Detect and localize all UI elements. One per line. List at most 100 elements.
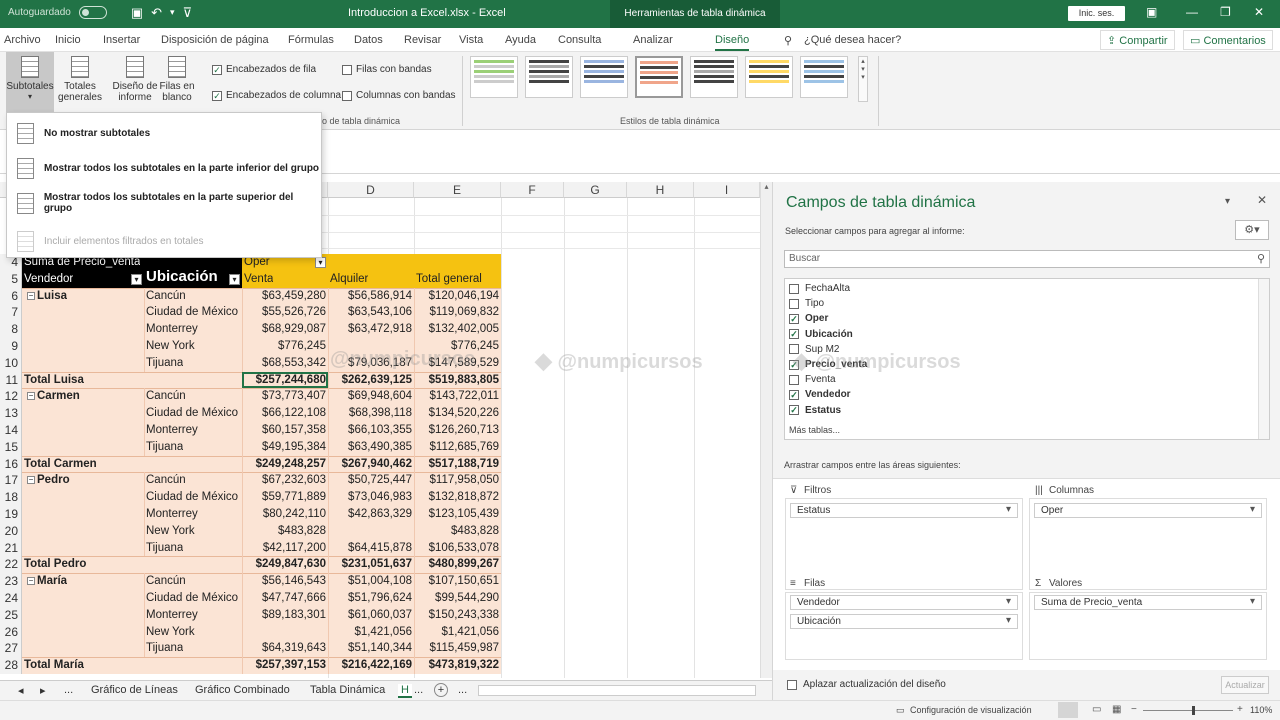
filter-dropdown-icon[interactable]: ▾ xyxy=(315,257,326,268)
close-pane-icon[interactable]: ✕ xyxy=(1257,193,1267,207)
field-list-scrollbar[interactable] xyxy=(1258,279,1269,439)
field-item[interactable]: Tipo xyxy=(789,298,824,309)
row-header[interactable]: 18 xyxy=(0,489,22,506)
row-header[interactable]: 7 xyxy=(0,304,22,322)
collapse-icon[interactable]: − xyxy=(27,291,35,300)
update-button[interactable]: Actualizar xyxy=(1221,676,1269,694)
row-header[interactable]: 5 xyxy=(0,270,22,288)
sheet-tab-combinado[interactable]: Gráfico Combinado xyxy=(195,684,290,696)
sheet-next-icon[interactable]: ▸ xyxy=(40,684,46,697)
pivot-style-thumb[interactable] xyxy=(745,56,793,98)
filas-en-blanco-button[interactable]: Filas en blanco xyxy=(158,52,196,112)
normal-view-icon[interactable] xyxy=(1058,702,1078,718)
tab-datos[interactable]: Datos xyxy=(354,34,383,46)
more-tables-link[interactable]: Más tablas... xyxy=(789,425,840,435)
filter-dropdown-icon[interactable]: ▾ xyxy=(229,273,240,285)
column-header-f[interactable]: F xyxy=(501,182,564,198)
pivot-style-thumb[interactable] xyxy=(800,56,848,98)
column-header-i[interactable]: I xyxy=(694,182,760,198)
pane-options-icon[interactable]: ▾ xyxy=(1225,196,1230,207)
pivot-style-thumb[interactable] xyxy=(580,56,628,98)
tab-archivo[interactable]: Archivo xyxy=(4,34,41,46)
values-area[interactable]: Suma de Precio_venta xyxy=(1029,592,1267,660)
share-button[interactable]: ⇪ Compartir xyxy=(1100,30,1175,50)
menu-item-no-subtotals[interactable]: No mostrar subtotales xyxy=(17,121,150,145)
field-item[interactable]: ✓ Estatus xyxy=(789,405,841,416)
row-headers-checkbox[interactable]: ✓ Encabezados de fila xyxy=(212,64,316,75)
row-pill-ubicacion[interactable]: Ubicación xyxy=(790,614,1018,629)
row-header[interactable]: 19 xyxy=(0,506,22,523)
vertical-scrollbar[interactable]: ▴ xyxy=(760,182,772,678)
subtotales-button[interactable]: Subtotales ▾ xyxy=(6,52,54,112)
save-icon[interactable]: ▣ xyxy=(131,6,143,19)
field-item[interactable]: ✓ Oper xyxy=(789,313,828,324)
column-header-h[interactable]: H xyxy=(627,182,694,198)
zoom-slider[interactable] xyxy=(1143,710,1233,711)
tell-me-input[interactable]: ¿Qué desea hacer? xyxy=(804,34,901,46)
undo-dropdown-icon[interactable]: ▾ xyxy=(170,6,175,19)
autosave-toggle[interactable] xyxy=(78,6,107,19)
row-header[interactable]: 12 xyxy=(0,388,22,406)
totales-generales-button[interactable]: Totales generales xyxy=(56,52,104,112)
filters-area[interactable]: Estatus xyxy=(785,498,1023,590)
filter-pill-estatus[interactable]: Estatus xyxy=(790,503,1018,518)
undo-icon[interactable]: ↶ xyxy=(151,6,162,19)
tab-disposicion[interactable]: Disposición de página xyxy=(161,34,269,46)
tab-revisar[interactable]: Revisar xyxy=(404,34,441,46)
ribbon-display-icon[interactable]: ▣ xyxy=(1146,5,1157,19)
horizontal-scrollbar[interactable] xyxy=(478,685,756,696)
scroll-up-icon[interactable]: ▴ xyxy=(761,182,772,191)
row-header[interactable]: 26 xyxy=(0,623,22,641)
gear-icon[interactable]: ⚙▾ xyxy=(1235,220,1269,240)
field-search-input[interactable]: Buscar xyxy=(784,250,1270,268)
add-sheet-icon[interactable]: + xyxy=(434,683,448,697)
pivot-style-thumb[interactable] xyxy=(525,56,573,98)
sheet-prev-icon[interactable]: ◂ xyxy=(18,684,24,697)
sheet-tab-lineas[interactable]: Gráfico de Líneas xyxy=(91,684,178,696)
row-header[interactable]: 22 xyxy=(0,556,22,574)
filter-dropdown-icon[interactable]: ▾ xyxy=(131,273,142,285)
col-headers-checkbox[interactable]: ✓ Encabezados de columna xyxy=(212,90,341,101)
banded-cols-checkbox[interactable]: Columnas con bandas xyxy=(342,90,456,101)
row-header[interactable]: 24 xyxy=(0,590,22,607)
field-item[interactable]: FechaAlta xyxy=(789,283,850,294)
collapse-icon[interactable]: − xyxy=(27,577,35,586)
row-header[interactable]: 21 xyxy=(0,539,22,557)
menu-item-subtotals-top[interactable]: Mostrar todos los subtotales en la parte… xyxy=(17,191,321,215)
row-header[interactable]: 13 xyxy=(0,405,22,422)
row-header[interactable]: 25 xyxy=(0,606,22,624)
columns-area[interactable]: Oper xyxy=(1029,498,1267,590)
tab-analizar[interactable]: Analizar xyxy=(633,34,673,46)
sheet-tab-dinamica[interactable]: Tabla Dinámica xyxy=(310,684,385,696)
column-pill-oper[interactable]: Oper xyxy=(1034,503,1262,518)
row-header[interactable]: 8 xyxy=(0,321,22,338)
value-pill-suma[interactable]: Suma de Precio_venta xyxy=(1034,595,1262,610)
field-item[interactable]: ✓ Ubicación xyxy=(789,329,853,340)
pivot-style-thumb[interactable] xyxy=(470,56,518,98)
row-header[interactable]: 14 xyxy=(0,422,22,439)
field-item[interactable]: ✓ Vendedor xyxy=(789,389,851,400)
signin-button[interactable]: Inic. ses. xyxy=(1068,6,1125,21)
sheet-tab-active[interactable]: H xyxy=(398,684,412,698)
diseno-informe-button[interactable]: Diseño de informe xyxy=(112,52,158,112)
column-header-e[interactable]: E xyxy=(414,182,501,198)
row-header[interactable]: 28 xyxy=(0,657,22,674)
rows-area[interactable]: Vendedor Ubicación xyxy=(785,592,1023,660)
row-header[interactable]: 16 xyxy=(0,455,22,473)
comments-button[interactable]: ▭ Comentarios xyxy=(1183,30,1273,50)
row-header[interactable]: 15 xyxy=(0,438,22,456)
sheet-menu-more[interactable]: ... xyxy=(458,684,467,696)
collapse-icon[interactable]: − xyxy=(27,476,35,485)
customize-qat-icon[interactable]: ⊽ xyxy=(183,6,193,19)
menu-item-subtotals-bottom[interactable]: Mostrar todos los subtotales en la parte… xyxy=(17,156,319,180)
sheet-more-right[interactable]: ... xyxy=(414,684,423,696)
row-header[interactable]: 11 xyxy=(0,371,22,389)
page-break-icon[interactable]: ▦ xyxy=(1112,704,1121,715)
column-header-g[interactable]: G xyxy=(564,182,627,198)
zoom-thumb[interactable] xyxy=(1192,706,1195,715)
page-layout-icon[interactable]: ▭ xyxy=(1092,704,1101,715)
row-header[interactable]: 10 xyxy=(0,354,22,372)
tab-diseno[interactable]: Diseño xyxy=(715,34,750,51)
tab-insertar[interactable]: Insertar xyxy=(103,34,140,46)
banded-rows-checkbox[interactable]: Filas con bandas xyxy=(342,64,432,75)
